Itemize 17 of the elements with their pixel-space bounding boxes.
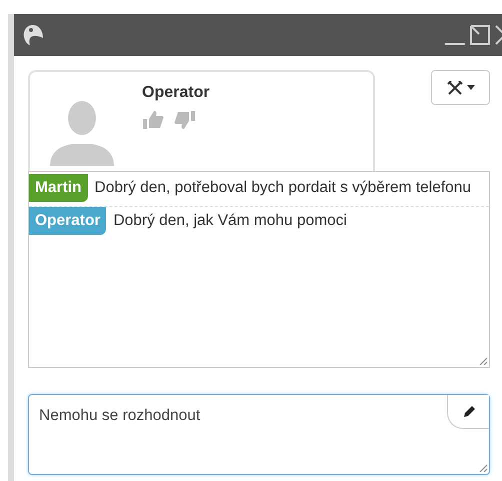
sender-label: Martin [29,174,88,202]
edit-button[interactable] [447,395,489,429]
tools-icon [446,80,462,94]
message-text: Dobrý den, potřeboval bych pordait s výběrem telefonu [94,179,472,196]
message-input[interactable]: Nemohu se rozhodnout [28,394,490,475]
sender-label: Operator [29,207,106,235]
thumbs-down-icon[interactable] [174,110,196,130]
restore-icon[interactable] [469,24,491,46]
caret-icon [466,85,474,90]
resize-grip-icon[interactable] [479,357,487,365]
resize-grip-icon[interactable] [479,464,487,472]
thumbs-up-icon[interactable] [142,110,164,130]
parrot-icon [22,24,44,46]
operator-name: Operator [142,84,210,102]
message-text: Dobrý den, jak Vám mohu pomoci [113,212,347,229]
pencil-icon [462,406,474,418]
tools-dropdown-button[interactable] [431,70,490,105]
